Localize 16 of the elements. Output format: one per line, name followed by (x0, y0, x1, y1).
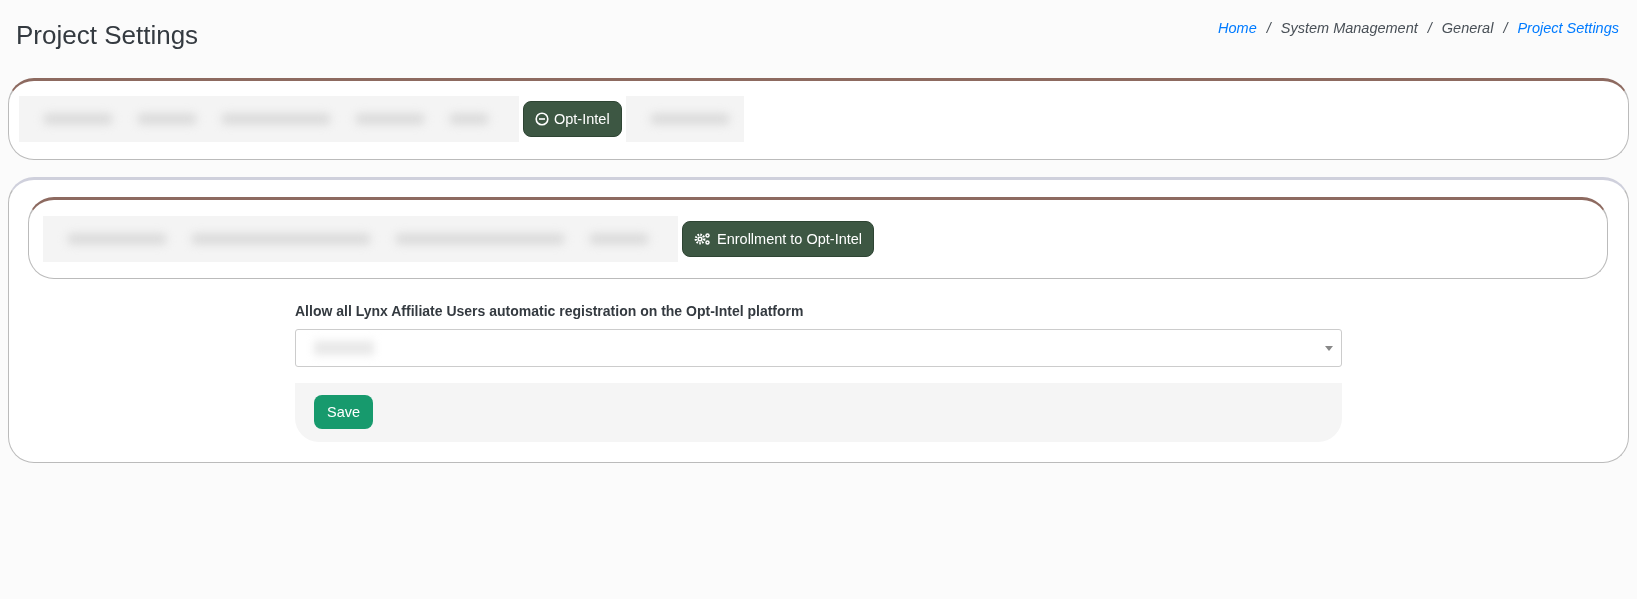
dropdown-caret-icon (1325, 345, 1333, 351)
breadcrumb-item: System Management (1280, 20, 1418, 36)
gears-icon (694, 232, 712, 246)
opt-intel-tab[interactable]: Opt-Intel (523, 101, 622, 137)
field-label: Allow all Lynx Affiliate Users automatic registration on the Opt-Intel platform (295, 303, 805, 319)
breadcrumb-link[interactable]: Home (1218, 20, 1257, 36)
breadcrumb-separator: / (1427, 20, 1432, 36)
minus-circle-icon (535, 112, 549, 126)
breadcrumb-item: General (1441, 20, 1494, 36)
save-button[interactable]: Save (314, 395, 374, 429)
breadcrumb-separator: / (1503, 20, 1508, 36)
select-field[interactable] (295, 329, 1342, 367)
page-title: Project Settings (16, 20, 199, 51)
breadcrumb-link[interactable]: Project Settings (1517, 20, 1619, 36)
breadcrumb-separator: / (1266, 20, 1271, 36)
enrollment-tab[interactable]: Enrollment to Opt-Intel (682, 221, 875, 257)
